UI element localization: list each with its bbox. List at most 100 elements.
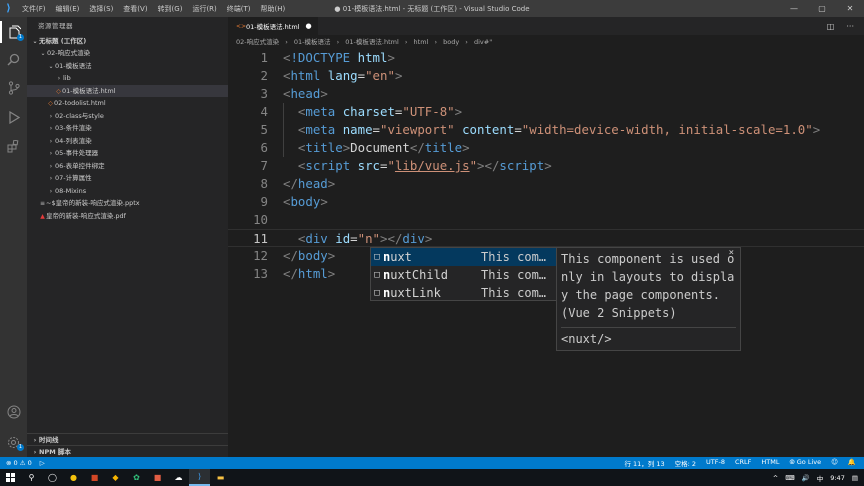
clock[interactable]: 9:47 xyxy=(830,474,845,482)
problems-indicator[interactable]: ⊗ 0 ⚠ 0 xyxy=(6,459,32,467)
minimize-button[interactable]: — xyxy=(780,0,808,17)
run-icon[interactable]: ▷ xyxy=(40,459,45,467)
code-token: title xyxy=(305,140,343,155)
feedback-icon[interactable]: ☺ xyxy=(831,458,838,468)
photos-icon[interactable]: ☁ xyxy=(168,469,189,486)
search-icon[interactable] xyxy=(0,48,27,70)
vscode-icon[interactable]: ⟩ xyxy=(189,469,210,486)
extensions-icon[interactable] xyxy=(0,135,27,157)
settings-gear-icon[interactable]: 1 xyxy=(0,431,27,453)
tree-item[interactable]: ⌄02-响应式渲染 xyxy=(27,47,228,60)
search-icon[interactable]: ⚲ xyxy=(21,469,42,486)
tree-item[interactable]: ◇02-todolist.html xyxy=(27,97,228,110)
suggestion-item[interactable]: □ nuxt This com… xyxy=(371,248,556,266)
tree-item[interactable]: › 05-事件处理器 xyxy=(27,147,228,160)
volume-icon[interactable]: 🔊 xyxy=(802,474,810,482)
chrome-icon[interactable]: ● xyxy=(63,469,84,486)
menu-terminal[interactable]: 终端(T) xyxy=(222,4,256,14)
code-line[interactable]: 2 <html lang="en"> xyxy=(228,67,864,85)
wechat-icon[interactable]: ◯ xyxy=(42,469,63,486)
tree-item[interactable]: › 04-列表渲染 xyxy=(27,135,228,148)
breadcrumb-separator: › xyxy=(465,38,468,46)
tree-item-label: ~$皇帝的新装-响应式渲染.pptx xyxy=(46,199,140,207)
timeline-section[interactable]: › 时间线 xyxy=(27,433,228,445)
language-mode[interactable]: HTML xyxy=(761,458,779,468)
split-editor-icon[interactable]: ◫ xyxy=(827,22,835,31)
run-debug-icon[interactable] xyxy=(0,106,27,128)
powerpoint-icon[interactable]: ■ xyxy=(84,469,105,486)
source-control-icon[interactable] xyxy=(0,77,27,99)
file-explorer-icon[interactable]: ▬ xyxy=(210,469,231,486)
line-code: </head> xyxy=(283,175,335,193)
app-icon[interactable]: ■ xyxy=(147,469,168,486)
code-line[interactable]: 9 <body> xyxy=(228,193,864,211)
code-line[interactable]: 5 <meta name="viewport" content="width=d… xyxy=(228,121,864,139)
menu-file[interactable]: 文件(F) xyxy=(17,4,51,14)
explorer-icon[interactable]: 1 xyxy=(0,21,27,43)
go-live-button[interactable]: ⦾ Go Live xyxy=(790,458,822,468)
end-of-line[interactable]: CRLF xyxy=(735,458,751,468)
unsaved-dot-icon[interactable]: ● xyxy=(306,22,312,30)
breadcrumb-item[interactable]: div#" xyxy=(474,38,492,46)
workspace-root-label: 无标题 (工作区) xyxy=(39,37,87,45)
input-method-icon[interactable]: 中 xyxy=(817,473,824,483)
tree-item[interactable]: › 03-条件渲染 xyxy=(27,122,228,135)
code-line[interactable]: 1 <!DOCTYPE html> xyxy=(228,49,864,67)
close-docs-icon[interactable]: × xyxy=(729,248,734,258)
tree-item[interactable]: ▲皇帝的新装-响应式渲染.pdf xyxy=(27,210,228,223)
tree-item-label: 08-Mixins xyxy=(55,186,87,195)
workspace-root[interactable]: ⌄无标题 (工作区) xyxy=(27,36,228,47)
tree-item[interactable]: ◇01-模板语法.html xyxy=(27,84,228,97)
menu-view[interactable]: 查看(V) xyxy=(118,4,152,14)
notification-icon[interactable]: 🔔 xyxy=(848,458,856,468)
tray-expand-icon[interactable]: ^ xyxy=(773,474,778,482)
tree-item[interactable]: › lib xyxy=(27,72,228,85)
breadcrumb-item[interactable]: body xyxy=(443,38,459,46)
menu-selection[interactable]: 选择(S) xyxy=(84,4,118,14)
code-line[interactable]: 11 <div id="n"></div> xyxy=(228,229,864,247)
more-actions-icon[interactable]: ··· xyxy=(846,22,854,31)
account-icon[interactable] xyxy=(0,401,27,423)
code-line[interactable]: 10 xyxy=(228,211,864,229)
suggestion-item[interactable]: □ nuxtLink This com… xyxy=(371,284,556,302)
menu-go[interactable]: 转到(G) xyxy=(153,4,188,14)
suggestion-item[interactable]: □ nuxtChild This com… xyxy=(371,266,556,284)
npm-scripts-section[interactable]: › NPM 脚本 xyxy=(27,445,228,457)
sketch-icon[interactable]: ◆ xyxy=(105,469,126,486)
line-number: 8 xyxy=(260,176,268,191)
code-line[interactable]: 7 <script src="lib/vue.js"></script> xyxy=(228,157,864,175)
indentation[interactable]: 空格: 2 xyxy=(675,458,696,468)
keyboard-icon[interactable]: ⌨ xyxy=(785,474,794,482)
suggestion-label: nuxtChild xyxy=(383,268,449,282)
code-line[interactable]: 6 <title>Document</title> xyxy=(228,139,864,157)
menu-help[interactable]: 帮助(H) xyxy=(256,4,291,14)
breadcrumb-item[interactable]: html xyxy=(414,38,429,46)
tree-item[interactable]: › 02-class与style xyxy=(27,110,228,123)
breadcrumb-item[interactable]: 01-模板语法.html xyxy=(345,38,399,46)
code-line[interactable]: 3 <head> xyxy=(228,85,864,103)
menu-run[interactable]: 运行(R) xyxy=(187,4,221,14)
encoding[interactable]: UTF-8 xyxy=(706,458,725,468)
code-token: > xyxy=(327,176,336,191)
close-window-button[interactable]: ✕ xyxy=(836,0,864,17)
notification-center-icon[interactable]: ▤ xyxy=(852,474,858,482)
code-line[interactable]: 8 </head> xyxy=(228,175,864,193)
code-token: </ xyxy=(283,248,298,263)
maximize-button[interactable]: ▢ xyxy=(808,0,836,17)
windows-start-icon[interactable] xyxy=(0,469,21,486)
tree-item[interactable]: › 08-Mixins xyxy=(27,185,228,198)
tab-01-template-syntax[interactable]: <> 01-模板语法.html ● xyxy=(228,17,318,35)
breadcrumb-item[interactable]: 02-响应式渲染 xyxy=(236,38,279,46)
menu-edit[interactable]: 编辑(E) xyxy=(51,4,85,14)
cursor-position[interactable]: 行 11，列 13 xyxy=(624,458,664,468)
tree-item[interactable]: › 07-计算属性 xyxy=(27,172,228,185)
code-line[interactable]: 4 <meta charset="UTF-8"> xyxy=(228,103,864,121)
music-icon[interactable]: ✿ xyxy=(126,469,147,486)
breadcrumb-item[interactable]: 01-模板语法 xyxy=(294,38,331,46)
tree-item[interactable]: ≡~$皇帝的新装-响应式渲染.pptx xyxy=(27,197,228,210)
line-code: <head> xyxy=(283,85,328,103)
tree-item[interactable]: ⌄01-模板语法 xyxy=(27,60,228,73)
tree-item[interactable]: › 06-表单控件绑定 xyxy=(27,160,228,173)
